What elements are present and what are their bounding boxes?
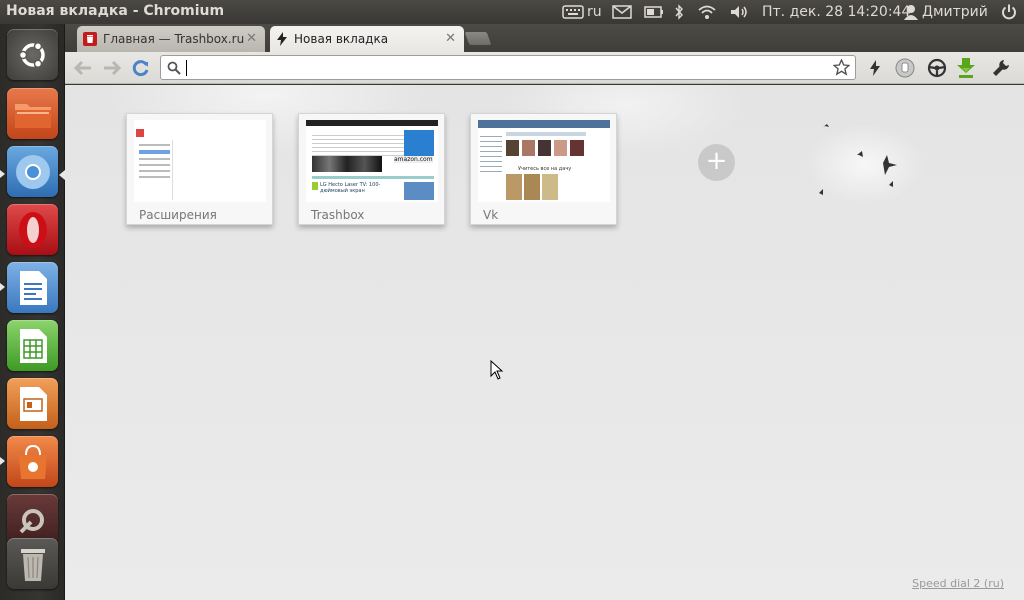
window-title: Новая вкладка - Chromium xyxy=(6,3,225,19)
birds-decoration xyxy=(819,124,897,195)
settings-wrench-icon xyxy=(19,508,44,533)
lightning-icon xyxy=(870,60,880,76)
thumbnail-ad-text: amazon.com xyxy=(394,156,433,163)
tab-close-icon[interactable]: ✕ xyxy=(445,31,456,46)
thumbnail-extensions xyxy=(134,120,266,202)
chromium-icon xyxy=(15,154,50,189)
battery-icon xyxy=(644,6,663,18)
battery-indicator[interactable] xyxy=(644,3,664,21)
bookmark-star-icon[interactable] xyxy=(833,59,850,76)
forward-button[interactable] xyxy=(102,58,122,78)
launcher-software-center[interactable] xyxy=(7,436,58,487)
back-arrow-icon xyxy=(74,60,91,76)
launcher-writer[interactable] xyxy=(7,262,58,313)
download-arrow-icon xyxy=(957,58,975,78)
tile-title: Trashbox xyxy=(311,208,365,222)
chromium-window: Главная — Trashbox.ru ✕ Новая вкладка ✕ xyxy=(65,24,1024,600)
download-extension-button[interactable] xyxy=(955,57,977,79)
tab-new-tab[interactable]: Новая вкладка ✕ xyxy=(270,26,464,52)
hand-stop-icon xyxy=(895,58,915,78)
mail-indicator[interactable] xyxy=(612,3,632,21)
new-tab-button[interactable] xyxy=(464,32,492,45)
speed-dial-page: Расширения amazon.com LG Hecto Laser TV:… xyxy=(65,85,1024,600)
keyboard-layout-label: ru xyxy=(587,4,602,20)
user-icon xyxy=(904,5,918,20)
add-dial-button[interactable]: + xyxy=(698,144,735,181)
ubuntu-logo-icon xyxy=(18,41,45,68)
launcher-impress[interactable] xyxy=(7,378,58,429)
tab-close-icon[interactable]: ✕ xyxy=(246,31,257,46)
running-indicator xyxy=(0,170,5,178)
tile-title: Расширения xyxy=(139,208,217,222)
search-icon xyxy=(167,61,181,75)
launcher-chromium[interactable] xyxy=(7,146,58,197)
steering-wheel-icon xyxy=(927,58,947,78)
launcher-dash[interactable] xyxy=(7,29,58,80)
address-input[interactable] xyxy=(185,58,825,77)
wifi-icon xyxy=(698,5,716,19)
speed-dial-bolt-icon xyxy=(277,32,287,46)
opera-icon xyxy=(18,211,47,248)
back-button[interactable] xyxy=(73,58,93,78)
sound-indicator[interactable] xyxy=(729,3,749,21)
tab-trashbox[interactable]: Главная — Trashbox.ru ✕ xyxy=(77,26,265,52)
volume-icon xyxy=(731,6,747,18)
spreadsheet-icon xyxy=(19,328,47,363)
speed-dial-tile-extensions[interactable]: Расширения xyxy=(126,113,273,225)
bluetooth-indicator[interactable] xyxy=(674,3,684,21)
document-icon xyxy=(19,270,47,305)
tab-label: Новая вкладка xyxy=(294,32,389,46)
presentation-icon xyxy=(19,386,47,421)
forward-arrow-icon xyxy=(104,60,121,76)
thumbnail-trashbox: amazon.com LG Hecto Laser TV: 100-дюймов… xyxy=(306,120,438,202)
reload-button[interactable] xyxy=(131,58,151,78)
launcher-calc[interactable] xyxy=(7,320,58,371)
thumbnail-caption: Учитесь все на дачу xyxy=(518,166,572,172)
speed-dial-tile-trashbox[interactable]: amazon.com LG Hecto Laser TV: 100-дюймов… xyxy=(298,113,445,225)
unity-launcher xyxy=(0,24,65,600)
adblock-extension-button[interactable] xyxy=(894,57,916,79)
steering-extension-button[interactable] xyxy=(926,57,948,79)
address-bar[interactable] xyxy=(160,55,856,80)
launcher-opera[interactable] xyxy=(7,204,58,255)
bluetooth-icon xyxy=(675,4,683,20)
running-indicator xyxy=(0,457,5,465)
reload-icon xyxy=(132,60,149,77)
session-menu[interactable] xyxy=(1000,3,1018,21)
tile-title: Vk xyxy=(483,208,499,222)
user-menu[interactable]: Дмитрий xyxy=(904,3,988,21)
launcher-trash[interactable] xyxy=(7,538,58,589)
power-icon xyxy=(1002,4,1016,20)
speed-dial-footer-link[interactable]: Speed dial 2 (ru) xyxy=(912,577,1004,590)
folder-icon xyxy=(14,103,51,128)
keyboard-icon xyxy=(562,5,584,19)
network-indicator[interactable] xyxy=(697,3,717,21)
launcher-files[interactable] xyxy=(7,88,58,139)
settings-menu-button[interactable] xyxy=(990,57,1012,79)
mail-icon xyxy=(612,5,632,19)
mouse-pointer-icon xyxy=(490,360,504,380)
thumbnail-vk: Учитесь все на дачу xyxy=(478,120,610,202)
running-indicator xyxy=(0,283,5,291)
speed-dial-extension-button[interactable] xyxy=(864,57,886,79)
trash-icon xyxy=(20,548,45,581)
tab-strip: Главная — Trashbox.ru ✕ Новая вкладка ✕ xyxy=(65,24,1024,52)
trashbox-favicon-icon xyxy=(83,32,97,46)
wrench-icon xyxy=(993,60,1009,76)
user-name: Дмитрий xyxy=(922,4,988,20)
shopping-bag-icon xyxy=(18,444,47,479)
toolbar xyxy=(65,52,1024,84)
clock[interactable]: Пт. дек. 28 14:20:44 xyxy=(762,3,910,21)
tab-label: Главная — Trashbox.ru xyxy=(103,32,245,46)
top-panel: Новая вкладка - Chromium ru Пт. дек. 28 … xyxy=(0,0,1024,24)
text-caret xyxy=(186,60,187,76)
speed-dial-tile-vk[interactable]: Учитесь все на дачу Vk xyxy=(470,113,617,225)
thumbnail-headline: LG Hecto Laser TV: 100-дюймовый экран xyxy=(320,182,381,194)
keyboard-indicator[interactable]: ru xyxy=(562,3,602,21)
